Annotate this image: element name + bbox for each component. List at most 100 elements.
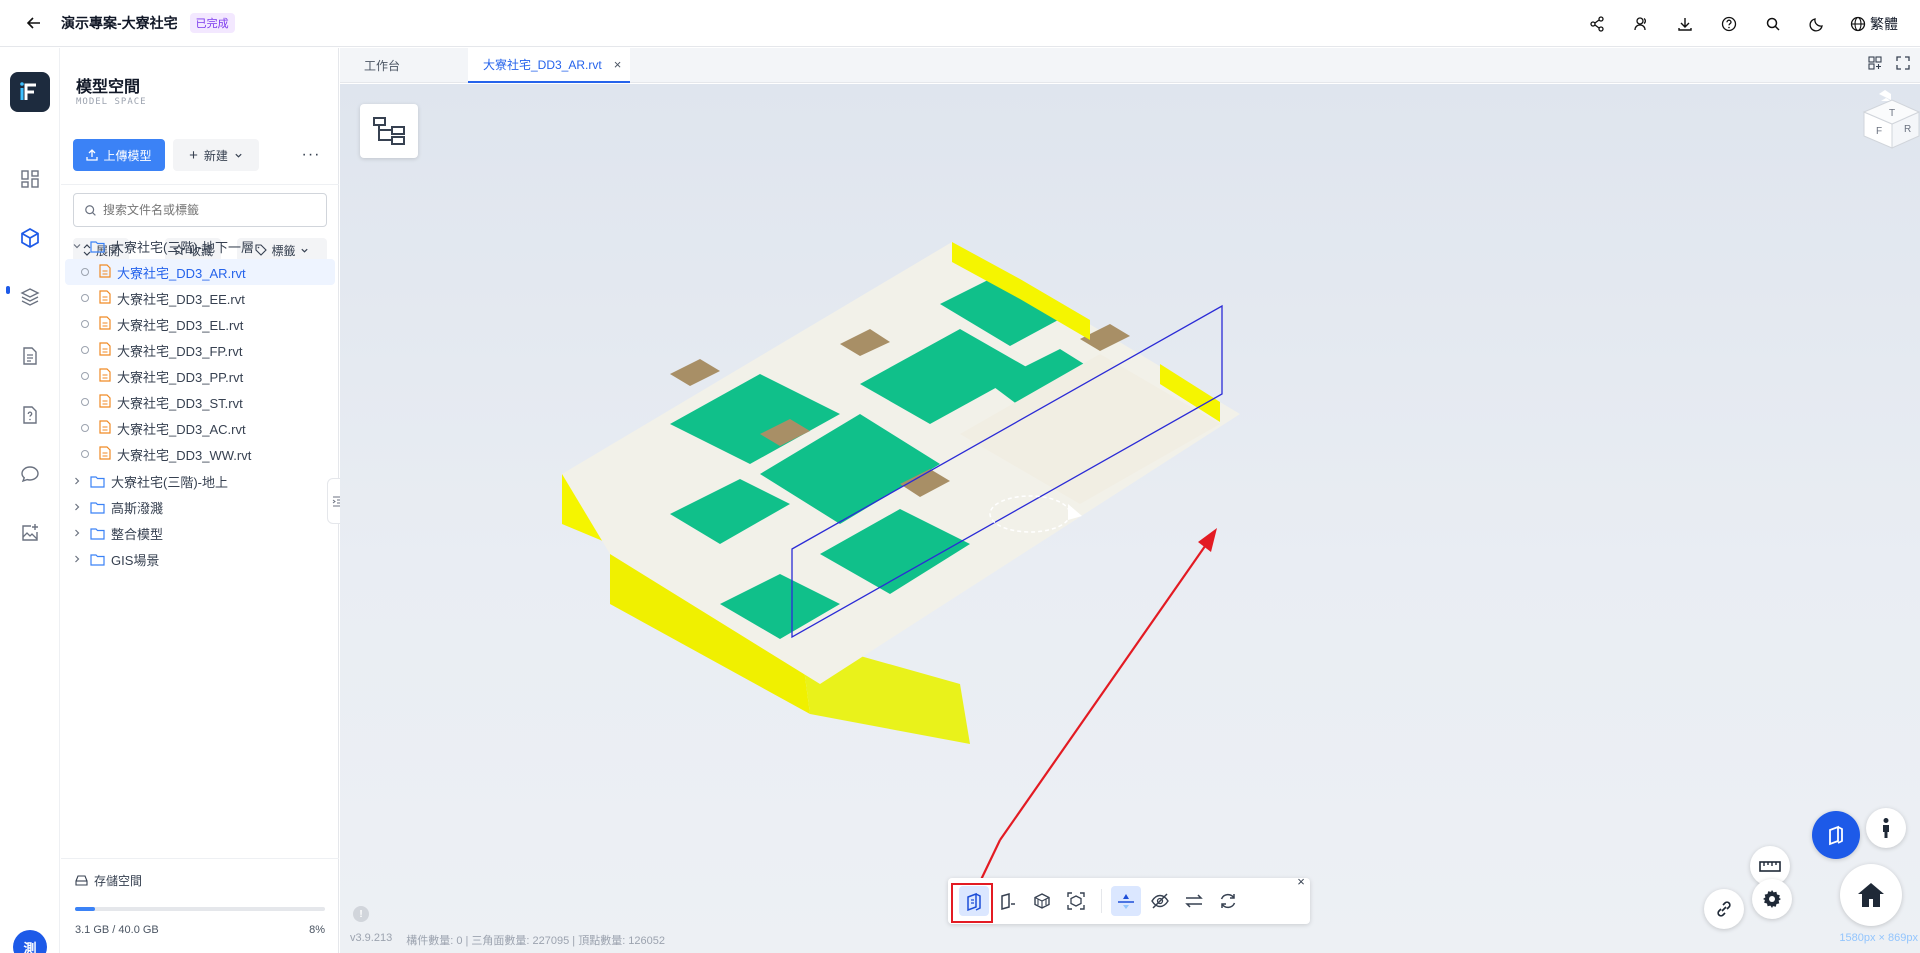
home-view-button[interactable] [1840, 864, 1902, 926]
tree-file-label: 大寮社宅_DD3_AR.rvt [117, 265, 246, 281]
section-plane-icon [1001, 893, 1015, 910]
tree-file[interactable]: 大寮社宅_DD3_EL.rvt [65, 311, 335, 337]
tree-file-label: 大寮社宅_DD3_PP.rvt [117, 369, 244, 385]
tree-folder[interactable]: 大寮社宅(三階)-地下一層 [65, 233, 335, 259]
users-button[interactable] [1630, 13, 1652, 35]
tab-workbench[interactable]: 工作台 [340, 48, 442, 83]
tab-model-file[interactable]: 大寮社宅_DD3_AR.rvt × [468, 48, 630, 83]
new-button[interactable]: + 新建 [173, 139, 259, 171]
user-avatar[interactable]: 測 [13, 930, 47, 953]
swap-button[interactable] [1179, 886, 1209, 916]
app-logo [10, 72, 50, 112]
language-switcher[interactable]: 繁體 [1850, 14, 1898, 34]
explode-button[interactable] [1027, 886, 1057, 916]
theme-toggle[interactable] [1806, 13, 1828, 35]
tab-actions [1868, 56, 1910, 70]
tree-file[interactable]: 大寮社宅_DD3_PP.rvt [65, 363, 335, 389]
radio-dot [81, 424, 89, 432]
top-actions: 繁體 [1586, 0, 1898, 47]
tree-file[interactable]: 大寮社宅_DD3_FP.rvt [65, 337, 335, 363]
viewcube-svg: T F R [1862, 90, 1920, 149]
tree-folder[interactable]: 大寮社宅(三階)-地上 [65, 468, 335, 494]
3d-viewport[interactable]: T F R × ! v3.9.213 構件數量: 0 | 三角面數量: 2270… [340, 84, 1920, 953]
file-icon [99, 289, 111, 307]
search-icon [1766, 17, 1780, 31]
share-button[interactable] [1586, 13, 1608, 35]
cube-face-top: T [1889, 108, 1895, 119]
rail-item-model-space[interactable] [18, 226, 42, 250]
section-plane-button[interactable] [993, 886, 1023, 916]
logo-icon [20, 82, 36, 100]
chevron-right-icon [71, 527, 83, 539]
search-button[interactable] [1762, 13, 1784, 35]
home-icon[interactable] [1879, 90, 1891, 100]
image-add-icon [22, 524, 38, 541]
settings-button[interactable] [1752, 879, 1792, 919]
language-label: 繁體 [1870, 15, 1898, 32]
share-icon [1590, 15, 1604, 32]
file-search[interactable] [73, 193, 327, 227]
storage-progress-fill [75, 907, 95, 911]
tab-label: 大寮社宅_DD3_AR.rvt [483, 58, 602, 72]
tree-file-label: 大寮社宅_DD3_AC.rvt [117, 421, 246, 437]
radio-dot [81, 320, 89, 328]
warning-icon[interactable]: ! [353, 906, 369, 922]
file-icon [99, 419, 111, 437]
download-button[interactable] [1674, 13, 1696, 35]
chevron-right-icon [71, 553, 83, 565]
radio-dot [81, 398, 89, 406]
close-tab-icon[interactable]: × [614, 57, 622, 72]
folder-icon [89, 500, 105, 514]
link-button[interactable] [1704, 889, 1744, 929]
help-button[interactable] [1718, 13, 1740, 35]
search-input[interactable] [103, 203, 303, 217]
tree-folder[interactable]: 整合模型 [65, 520, 335, 546]
arrow-left-icon [26, 17, 40, 29]
tree-file-label: 大寮社宅_DD3_ST.rvt [117, 395, 243, 411]
new-label: 新建 [203, 148, 228, 163]
isolate-button[interactable] [1061, 886, 1091, 916]
cube-face-right: R [1904, 124, 1911, 135]
more-options-button[interactable]: ··· [297, 141, 325, 169]
tree-folder[interactable]: 高斯潑濺 [65, 494, 335, 520]
storage-used: 3.1 GB / 40.0 GB [75, 924, 159, 936]
rail-item-images[interactable] [18, 521, 42, 545]
cube-face-front: F [1876, 126, 1882, 137]
view-cube[interactable]: T F R [1824, 84, 1920, 194]
tree-file-label: 大寮社宅_DD3_FP.rvt [117, 343, 243, 359]
folder-icon [89, 239, 105, 253]
rail-item-documents[interactable] [18, 344, 42, 368]
toolbar-close-button[interactable]: × [1294, 875, 1308, 889]
isolate-icon [1067, 892, 1085, 910]
rail-item-dashboard[interactable] [18, 167, 42, 191]
folder-icon [89, 526, 105, 540]
panel-title: 模型空間 [76, 79, 141, 96]
cube-icon [21, 228, 39, 248]
tree-file[interactable]: 大寮社宅_DD3_WW.rvt [65, 441, 335, 467]
rail-item-chat[interactable] [18, 462, 42, 486]
reset-button[interactable] [1213, 886, 1243, 916]
storage-section: 存儲空間 3.1 GB / 40.0 GB 8% [61, 858, 339, 953]
fullscreen-icon[interactable] [1896, 56, 1910, 70]
rail-item-layers[interactable] [18, 285, 42, 309]
section-mode-button[interactable] [1812, 811, 1860, 859]
tree-file-selected[interactable]: 大寮社宅_DD3_AR.rvt [65, 259, 335, 285]
tree-file[interactable]: 大寮社宅_DD3_ST.rvt [65, 389, 335, 415]
back-button[interactable] [23, 12, 45, 34]
hide-button[interactable] [1145, 886, 1175, 916]
panel-divider [61, 184, 339, 185]
radio-dot [81, 450, 89, 458]
chevron-right-icon [71, 501, 83, 513]
pick-plane-button[interactable] [1111, 886, 1141, 916]
split-view-icon[interactable] [1868, 56, 1882, 70]
upload-model-button[interactable]: 上傳模型 [73, 139, 165, 171]
radio-dot [81, 268, 89, 276]
rail-item-questions[interactable] [18, 403, 42, 427]
tree-file[interactable]: 大寮社宅_DD3_AC.rvt [65, 415, 335, 441]
walk-mode-button[interactable] [1866, 808, 1906, 848]
link-icon [1717, 901, 1731, 917]
tree-file[interactable]: 大寮社宅_DD3_EE.rvt [65, 285, 335, 311]
reset-icon [1220, 893, 1236, 909]
tree-folder[interactable]: GIS場景 [65, 546, 335, 572]
model-space-panel: 模型空間 MODEL SPACE 上傳模型 + 新建 ··· 展開 收藏 標籤 … [61, 48, 339, 953]
